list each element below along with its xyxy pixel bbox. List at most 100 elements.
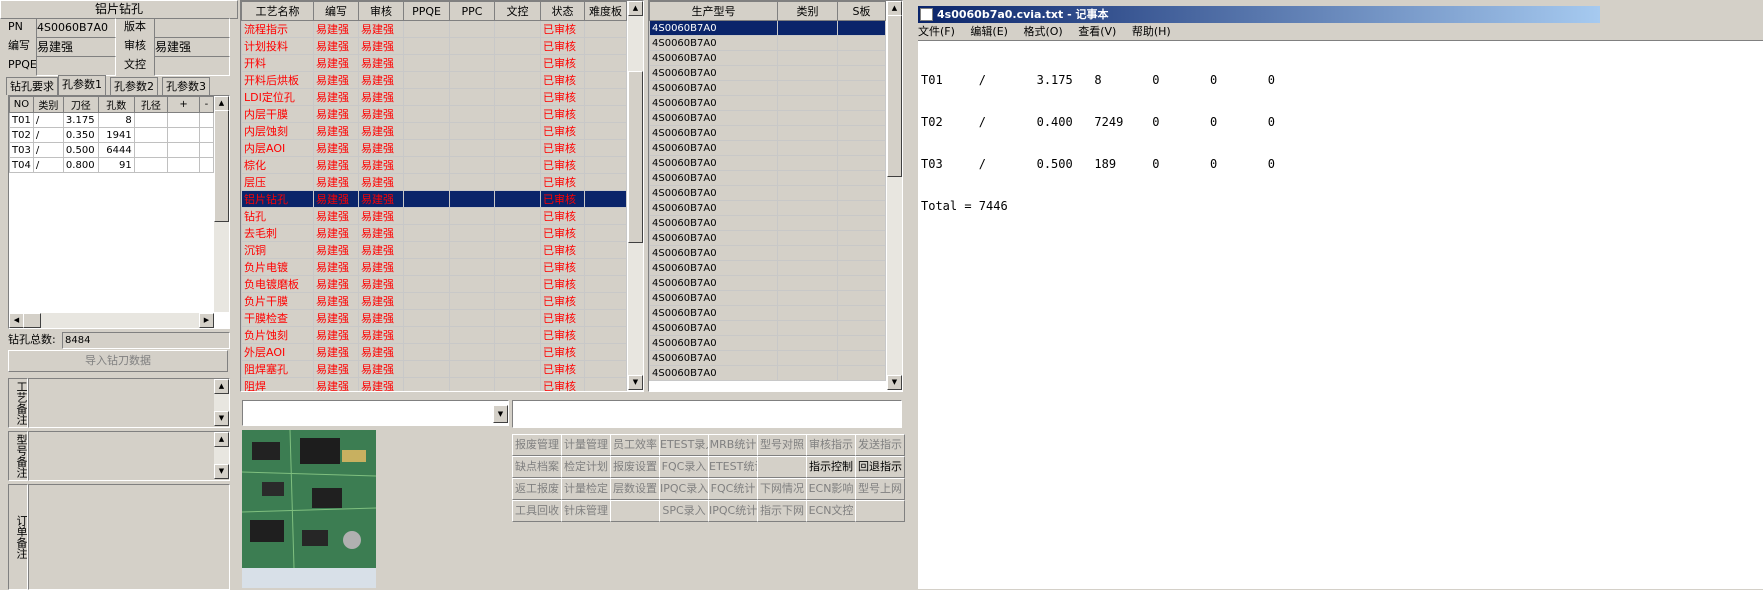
table-cell[interactable] (584, 343, 627, 361)
table-row[interactable]: T03/0.500 6444 (9, 142, 215, 158)
table-cell[interactable]: 负电镀磨板 (241, 275, 314, 293)
model-row[interactable]: 4S0060B7A0 (649, 155, 886, 171)
table-cell[interactable]: 内层蚀刻 (241, 122, 314, 140)
table-cell[interactable] (837, 50, 886, 66)
table-cell[interactable]: 易建强 (313, 122, 359, 140)
table-cell[interactable]: T01 (9, 112, 34, 128)
table-cell[interactable]: 已审核 (540, 207, 585, 225)
table-cell[interactable]: 易建强 (313, 241, 359, 259)
table-cell[interactable]: 4S0060B7A0 (649, 200, 778, 216)
table-cell[interactable]: 0.800 (62, 157, 99, 173)
table-cell[interactable] (449, 122, 495, 140)
table-cell[interactable]: 已审核 (540, 54, 585, 72)
table-cell[interactable] (403, 360, 450, 378)
table-cell[interactable] (449, 377, 495, 391)
function-button[interactable]: ECN文控 (806, 500, 856, 522)
table-cell[interactable]: 负片电镀 (241, 258, 314, 276)
table-cell[interactable]: 6444 (97, 142, 135, 158)
model-row[interactable]: 4S0060B7A0 (649, 80, 886, 96)
table-cell[interactable] (584, 88, 627, 106)
table-cell[interactable] (777, 140, 838, 156)
table-cell[interactable] (777, 125, 838, 141)
message-field[interactable] (512, 400, 902, 428)
table-cell[interactable] (777, 50, 838, 66)
model-row[interactable]: 4S0060B7A0 (649, 320, 886, 336)
menu-file[interactable]: 文件(F) (918, 25, 955, 38)
model-row[interactable]: 4S0060B7A0 (649, 95, 886, 111)
table-cell[interactable]: 易建强 (358, 54, 404, 72)
table-cell[interactable] (777, 155, 838, 171)
table-cell[interactable] (584, 241, 627, 259)
table-cell[interactable]: 4S0060B7A0 (649, 110, 778, 126)
table-cell[interactable]: 易建强 (313, 190, 359, 208)
table-cell[interactable] (837, 320, 886, 336)
table-cell[interactable]: 钻孔 (241, 207, 314, 225)
process-row[interactable]: 开料后烘板 易建强 易建强 已审核 (241, 71, 627, 89)
table-cell[interactable] (449, 241, 495, 259)
table-cell[interactable]: 易建强 (313, 37, 359, 55)
table-cell[interactable] (837, 80, 886, 96)
table-cell[interactable] (449, 360, 495, 378)
table-cell[interactable]: 沉铜 (241, 241, 314, 259)
table-cell[interactable] (494, 105, 541, 123)
process-row[interactable]: 层压 易建强 易建强 已审核 (241, 173, 627, 191)
table-cell[interactable]: 易建强 (358, 326, 404, 344)
table-cell[interactable] (777, 80, 838, 96)
model-row[interactable]: 4S0060B7A0 (649, 245, 886, 261)
function-button[interactable]: 指示下网 (757, 500, 807, 522)
process-row[interactable]: 外层AOI 易建强 易建强 已审核 (241, 343, 627, 361)
table-cell[interactable] (494, 156, 541, 174)
tab-hole-params-1[interactable]: 孔参数1 (58, 75, 106, 95)
table-cell[interactable]: 已审核 (540, 37, 585, 55)
table-cell[interactable] (403, 326, 450, 344)
table-cell[interactable]: 0.350 (62, 127, 99, 143)
table-cell[interactable]: 易建强 (358, 224, 404, 242)
model-row[interactable]: 4S0060B7A0 (649, 230, 886, 246)
table-cell[interactable]: 已审核 (540, 224, 585, 242)
table-cell[interactable]: 层压 (241, 173, 314, 191)
process-note-field[interactable]: ▲ ▼ (28, 378, 230, 428)
table-cell[interactable] (777, 20, 838, 36)
table-cell[interactable]: 阻焊 (241, 377, 314, 391)
table-cell[interactable] (837, 215, 886, 231)
table-cell[interactable]: 4S0060B7A0 (649, 350, 778, 366)
table-cell[interactable]: 内层干膜 (241, 105, 314, 123)
table-cell[interactable]: 已审核 (540, 71, 585, 89)
table-cell[interactable] (449, 37, 495, 55)
filter-combobox[interactable]: ▼ (242, 400, 509, 426)
table-cell[interactable]: 已审核 (540, 105, 585, 123)
table-cell[interactable]: 易建强 (358, 360, 404, 378)
table-cell[interactable] (584, 224, 627, 242)
table-cell[interactable]: 易建强 (358, 88, 404, 106)
table-cell[interactable]: 已审核 (540, 20, 585, 38)
menu-edit[interactable]: 编辑(E) (970, 25, 1008, 38)
function-button[interactable]: 针床管理 (561, 500, 611, 522)
function-button[interactable]: 检定计划 (561, 456, 611, 478)
table-cell[interactable] (403, 122, 450, 140)
table-cell[interactable] (494, 360, 541, 378)
model-row[interactable]: 4S0060B7A0 (649, 185, 886, 201)
function-button[interactable]: 员工效率 (610, 434, 660, 456)
table-cell[interactable] (449, 309, 495, 327)
function-button[interactable]: 下网情况 (757, 478, 807, 500)
table-cell[interactable]: 易建强 (358, 275, 404, 293)
table-cell[interactable]: 已审核 (540, 309, 585, 327)
ppqe-field[interactable] (36, 56, 116, 76)
table-cell[interactable] (837, 260, 886, 276)
table-cell[interactable] (133, 157, 169, 173)
table-cell[interactable]: 4S0060B7A0 (649, 320, 778, 336)
table-cell[interactable]: 易建强 (313, 173, 359, 191)
scroll-down-icon[interactable]: ▼ (887, 375, 902, 390)
table-cell[interactable]: 已审核 (540, 122, 585, 140)
table-cell[interactable] (837, 200, 886, 216)
table-cell[interactable]: 易建强 (313, 88, 359, 106)
author-field[interactable]: 易建强 (36, 37, 116, 57)
table-cell[interactable] (449, 71, 495, 89)
review-field[interactable]: 易建强 (154, 37, 230, 57)
table-cell[interactable] (494, 326, 541, 344)
table-cell[interactable] (494, 258, 541, 276)
table-cell[interactable] (584, 309, 627, 327)
function-button[interactable]: 报废管理 (512, 434, 562, 456)
table-cell[interactable] (584, 275, 627, 293)
column-header[interactable]: S板 (837, 1, 886, 21)
